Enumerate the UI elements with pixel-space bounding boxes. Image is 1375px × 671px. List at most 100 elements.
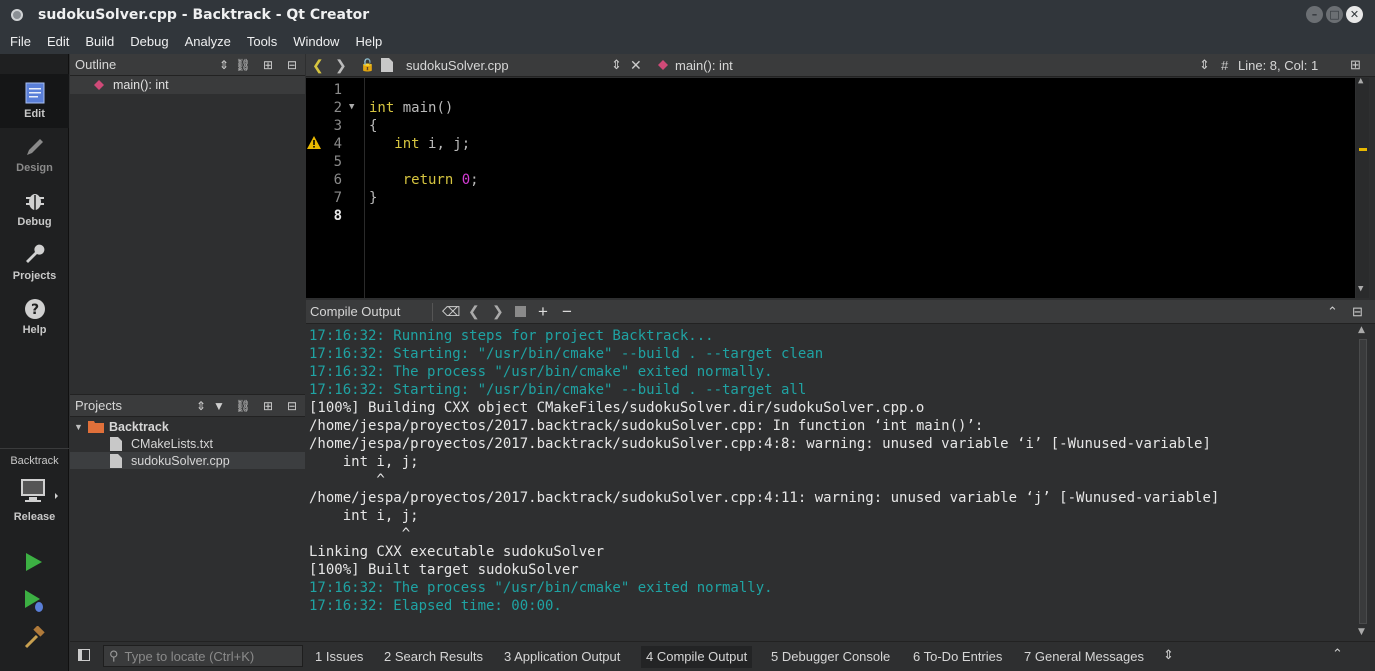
menu-debug[interactable]: Debug [122, 34, 176, 49]
stop-icon[interactable] [515, 306, 526, 317]
mode-help[interactable]: ? Help [0, 290, 69, 344]
output-tab-application-output[interactable]: 3 Application Output [499, 646, 625, 668]
fold-marker-icon[interactable]: ▼ [349, 102, 354, 112]
output-line: /home/jespa/proyectos/2017.backtrack/sud… [309, 490, 1220, 506]
tree-file[interactable]: CMakeLists.txt [70, 435, 305, 452]
tabs-more-icon[interactable]: ⇕ [1163, 647, 1174, 663]
scroll-up-icon[interactable]: ▲ [1358, 325, 1365, 335]
editor-scrollbar[interactable]: ▲ ▼ [1356, 76, 1369, 298]
lock-icon[interactable]: 🔓 [360, 58, 375, 72]
scrollbar-thumb[interactable] [1359, 339, 1367, 624]
symbol-combo-arrow-icon[interactable]: ⇕ [1199, 57, 1210, 73]
cursor-position[interactable]: Line: 8, Col: 1 [1238, 58, 1318, 73]
toggle-sidebar-icon[interactable] [78, 649, 90, 661]
menu-file[interactable]: File [2, 34, 39, 49]
monitor-icon [21, 479, 58, 502]
back-icon[interactable]: ❮ [312, 57, 324, 74]
split-icon[interactable]: ⊞ [1350, 57, 1361, 73]
maximize-pane-icon[interactable]: ⌃ [1327, 304, 1338, 320]
zoom-out-icon[interactable]: − [562, 302, 572, 322]
menu-window[interactable]: Window [285, 34, 347, 49]
tab-number: 6 [913, 649, 921, 664]
file-combo-arrow-icon[interactable]: ⇕ [611, 57, 622, 73]
forward-icon[interactable]: ❯ [335, 57, 347, 74]
code-line: return 0; [369, 171, 479, 189]
build-button[interactable] [23, 625, 47, 654]
output-line: 17:16:32: The process "/usr/bin/cmake" e… [309, 364, 773, 380]
app-menu-icon[interactable] [11, 8, 23, 21]
close-document-icon[interactable]: ✕ [630, 57, 642, 74]
output-tab-debugger-console[interactable]: 5 Debugger Console [766, 646, 895, 668]
current-file-combo[interactable]: sudokuSolver.cpp [406, 58, 509, 73]
maximize-button[interactable]: □ [1326, 6, 1343, 23]
menu-edit[interactable]: Edit [39, 34, 77, 49]
tree-project-root[interactable]: ▼ Backtrack [70, 418, 305, 435]
outline-item[interactable]: main(): int [70, 76, 305, 94]
code-editor[interactable]: ▼ 1 2 int main() 3 {4 int i, j; 5 6 return 0; 7… [306, 76, 1369, 298]
output-tab-search-results[interactable]: 2 Search Results [379, 646, 488, 668]
mode-design[interactable]: Design [0, 128, 69, 182]
scroll-up-icon[interactable]: ▲ [1358, 76, 1363, 86]
locator-input[interactable]: ⚲ Type to locate (Ctrl+K) [103, 645, 303, 667]
output-line: 17:16:32: Running steps for project Back… [309, 328, 714, 344]
next-item-icon[interactable]: ❯ [492, 303, 504, 320]
code-text: main() [394, 100, 454, 116]
mode-projects[interactable]: Projects [0, 236, 69, 290]
previous-item-icon[interactable]: ❮ [468, 303, 480, 320]
output-line: /home/jespa/proyectos/2017.backtrack/sud… [309, 418, 984, 434]
title-bar: sudokuSolver.cpp - Backtrack - Qt Creato… [0, 0, 1375, 29]
code-line: } [369, 189, 377, 207]
scroll-down-icon[interactable]: ▼ [1358, 284, 1363, 294]
close-button[interactable]: ✕ [1346, 6, 1363, 23]
split-icon[interactable]: ⊞ [260, 398, 276, 414]
code-keyword: int [369, 100, 395, 116]
link-icon[interactable]: ⛓ [235, 398, 251, 414]
mode-debug[interactable]: Debug [0, 182, 69, 236]
toggle-output-icon[interactable]: ⌃ [1332, 646, 1343, 662]
code-line: { [369, 117, 377, 135]
output-scrollbar[interactable]: ▲ ▼ [1356, 325, 1370, 640]
editor-toolbar: ❮ ❯ 🔓 sudokuSolver.cpp ⇕ ✕ main(): int ⇕… [306, 54, 1375, 77]
scroll-down-icon[interactable]: ▼ [1358, 627, 1365, 637]
output-tab-compile-output[interactable]: 4 Compile Output [641, 646, 753, 668]
close-pane-icon[interactable]: ⊟ [284, 398, 300, 414]
mode-edit[interactable]: Edit [0, 74, 69, 128]
status-bar: ⚲ Type to locate (Ctrl+K) 1 Issues 2 Sear… [70, 641, 1375, 671]
split-icon[interactable]: ⊞ [260, 57, 276, 73]
tree-file-selected[interactable]: sudokuSolver.cpp [70, 452, 305, 469]
projects-selector-icon[interactable]: ⇕ [193, 398, 209, 414]
clear-output-icon[interactable]: ⌫ [442, 304, 460, 320]
filter-icon[interactable]: ▼ [211, 398, 227, 414]
debug-run-button[interactable] [23, 589, 47, 617]
symbol-combo[interactable]: main(): int [675, 58, 733, 73]
menu-build[interactable]: Build [77, 34, 122, 49]
zoom-in-icon[interactable]: + [538, 302, 548, 322]
output-tab-general-messages[interactable]: 7 General Messages [1019, 646, 1149, 668]
hammer-icon [24, 625, 45, 649]
output-line: int i, j; [309, 454, 419, 470]
compile-output-text[interactable]: 17:16:32: Running steps for project Back… [306, 325, 1355, 640]
edit-icon [24, 82, 46, 104]
output-line: [100%] Building CXX object CMakeFiles/su… [309, 400, 925, 416]
output-tab-to-do-entries[interactable]: 6 To-Do Entries [908, 646, 1007, 668]
close-pane-icon[interactable]: ⊟ [1352, 304, 1363, 320]
link-icon[interactable]: ⛓ [235, 57, 251, 73]
code-keyword: int [394, 136, 420, 152]
tab-number: 4 [646, 649, 654, 664]
kit-selector-button[interactable] [20, 477, 60, 511]
tab-label: Search Results [394, 649, 484, 664]
output-line: 17:16:32: Starting: "/usr/bin/cmake" --b… [309, 382, 807, 398]
menu-help[interactable]: Help [347, 34, 390, 49]
close-pane-icon[interactable]: ⊟ [284, 57, 300, 73]
output-tab-issues[interactable]: 1 Issues [310, 646, 368, 668]
menu-tools[interactable]: Tools [239, 34, 285, 49]
outline-selector-icon[interactable]: ⇕ [216, 57, 232, 73]
line-number: 2 [333, 100, 342, 116]
expand-icon[interactable]: ▼ [74, 422, 88, 432]
menu-analyze[interactable]: Analyze [177, 34, 239, 49]
run-button[interactable] [23, 551, 45, 577]
output-pane-toolbar: Compile Output ⌫ ❮ ❯ + − ⌃ ⊟ [306, 300, 1375, 324]
minimize-button[interactable]: – [1306, 6, 1323, 23]
